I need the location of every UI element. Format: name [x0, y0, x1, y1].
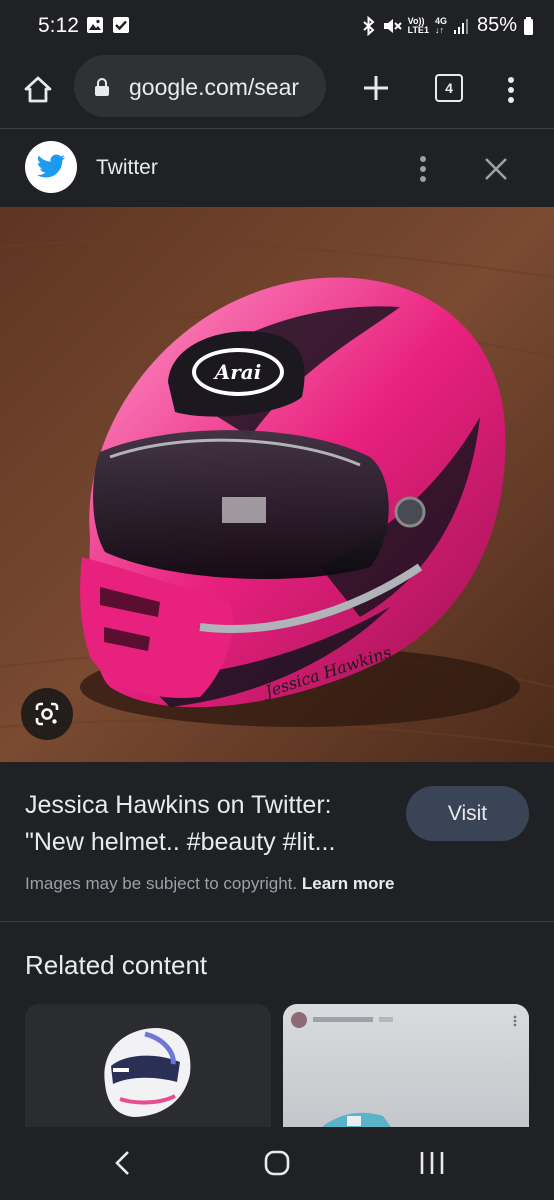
source-avatar [25, 141, 77, 193]
plus-icon[interactable] [356, 68, 396, 108]
signal-icon [453, 18, 468, 34]
helmet-brand-text: Arai [213, 360, 262, 384]
lens-button[interactable] [21, 688, 73, 740]
google-lens-icon [35, 702, 59, 726]
learn-more-link[interactable]: Learn more [302, 874, 395, 893]
gallery-icon [87, 17, 103, 33]
copyright-notice: Images may be subject to copyright. Lear… [25, 874, 394, 894]
browser-toolbar: google.com/sear 4 [0, 52, 554, 128]
volte-indicator: Vo)) LTE1 [407, 15, 429, 35]
section-divider [0, 921, 554, 922]
status-bar: 5:12 Vo)) LTE1 4G ↓↑ 85% [0, 0, 554, 52]
tab-switcher-button[interactable]: 4 [435, 74, 463, 102]
home-icon [24, 76, 52, 103]
system-nav-bar [0, 1127, 554, 1200]
home-nav-icon[interactable] [263, 1149, 291, 1177]
helmet-photo: Arai Jessica Hawkins [0, 207, 554, 762]
notification-icons [86, 16, 130, 34]
bluetooth-icon [362, 15, 375, 36]
visit-button[interactable]: Visit [406, 786, 529, 841]
mute-icon [383, 18, 402, 33]
result-image[interactable]: Arai Jessica Hawkins [0, 207, 554, 762]
related-post-thumbnail [283, 1004, 529, 1130]
close-icon[interactable] [480, 153, 512, 185]
battery-percent: 85% [476, 14, 517, 36]
screen: 5:12 Vo)) LTE1 4G ↓↑ 85% google.com/sear… [0, 0, 554, 1200]
checkbox-icon [113, 17, 129, 33]
source-more-icon[interactable] [410, 151, 436, 187]
source-name: Twitter [96, 156, 158, 179]
back-icon[interactable] [108, 1147, 138, 1179]
result-title[interactable]: Jessica Hawkins on Twitter: "New helmet.… [25, 787, 395, 861]
address-bar[interactable]: google.com/sear [74, 55, 326, 117]
recent-apps-icon[interactable] [414, 1149, 450, 1177]
url-text: google.com/sear [129, 74, 300, 100]
related-card[interactable] [283, 1004, 529, 1130]
twitter-bird-icon [36, 154, 66, 178]
status-time: 5:12 [38, 14, 79, 37]
data-indicator: 4G ↓↑ [434, 15, 447, 35]
home-button[interactable] [18, 69, 58, 109]
related-card[interactable] [25, 1004, 271, 1130]
lock-icon [95, 78, 109, 96]
copyright-text: Images may be subject to copyright. [25, 874, 298, 893]
status-indicators: Vo)) LTE1 4G ↓↑ 85% [362, 14, 534, 37]
related-heading: Related content [25, 950, 208, 980]
source-header: Twitter [0, 129, 554, 207]
battery-icon [524, 16, 533, 35]
related-helmet-thumbnail [25, 1004, 271, 1130]
more-vertical-icon[interactable] [496, 70, 526, 110]
